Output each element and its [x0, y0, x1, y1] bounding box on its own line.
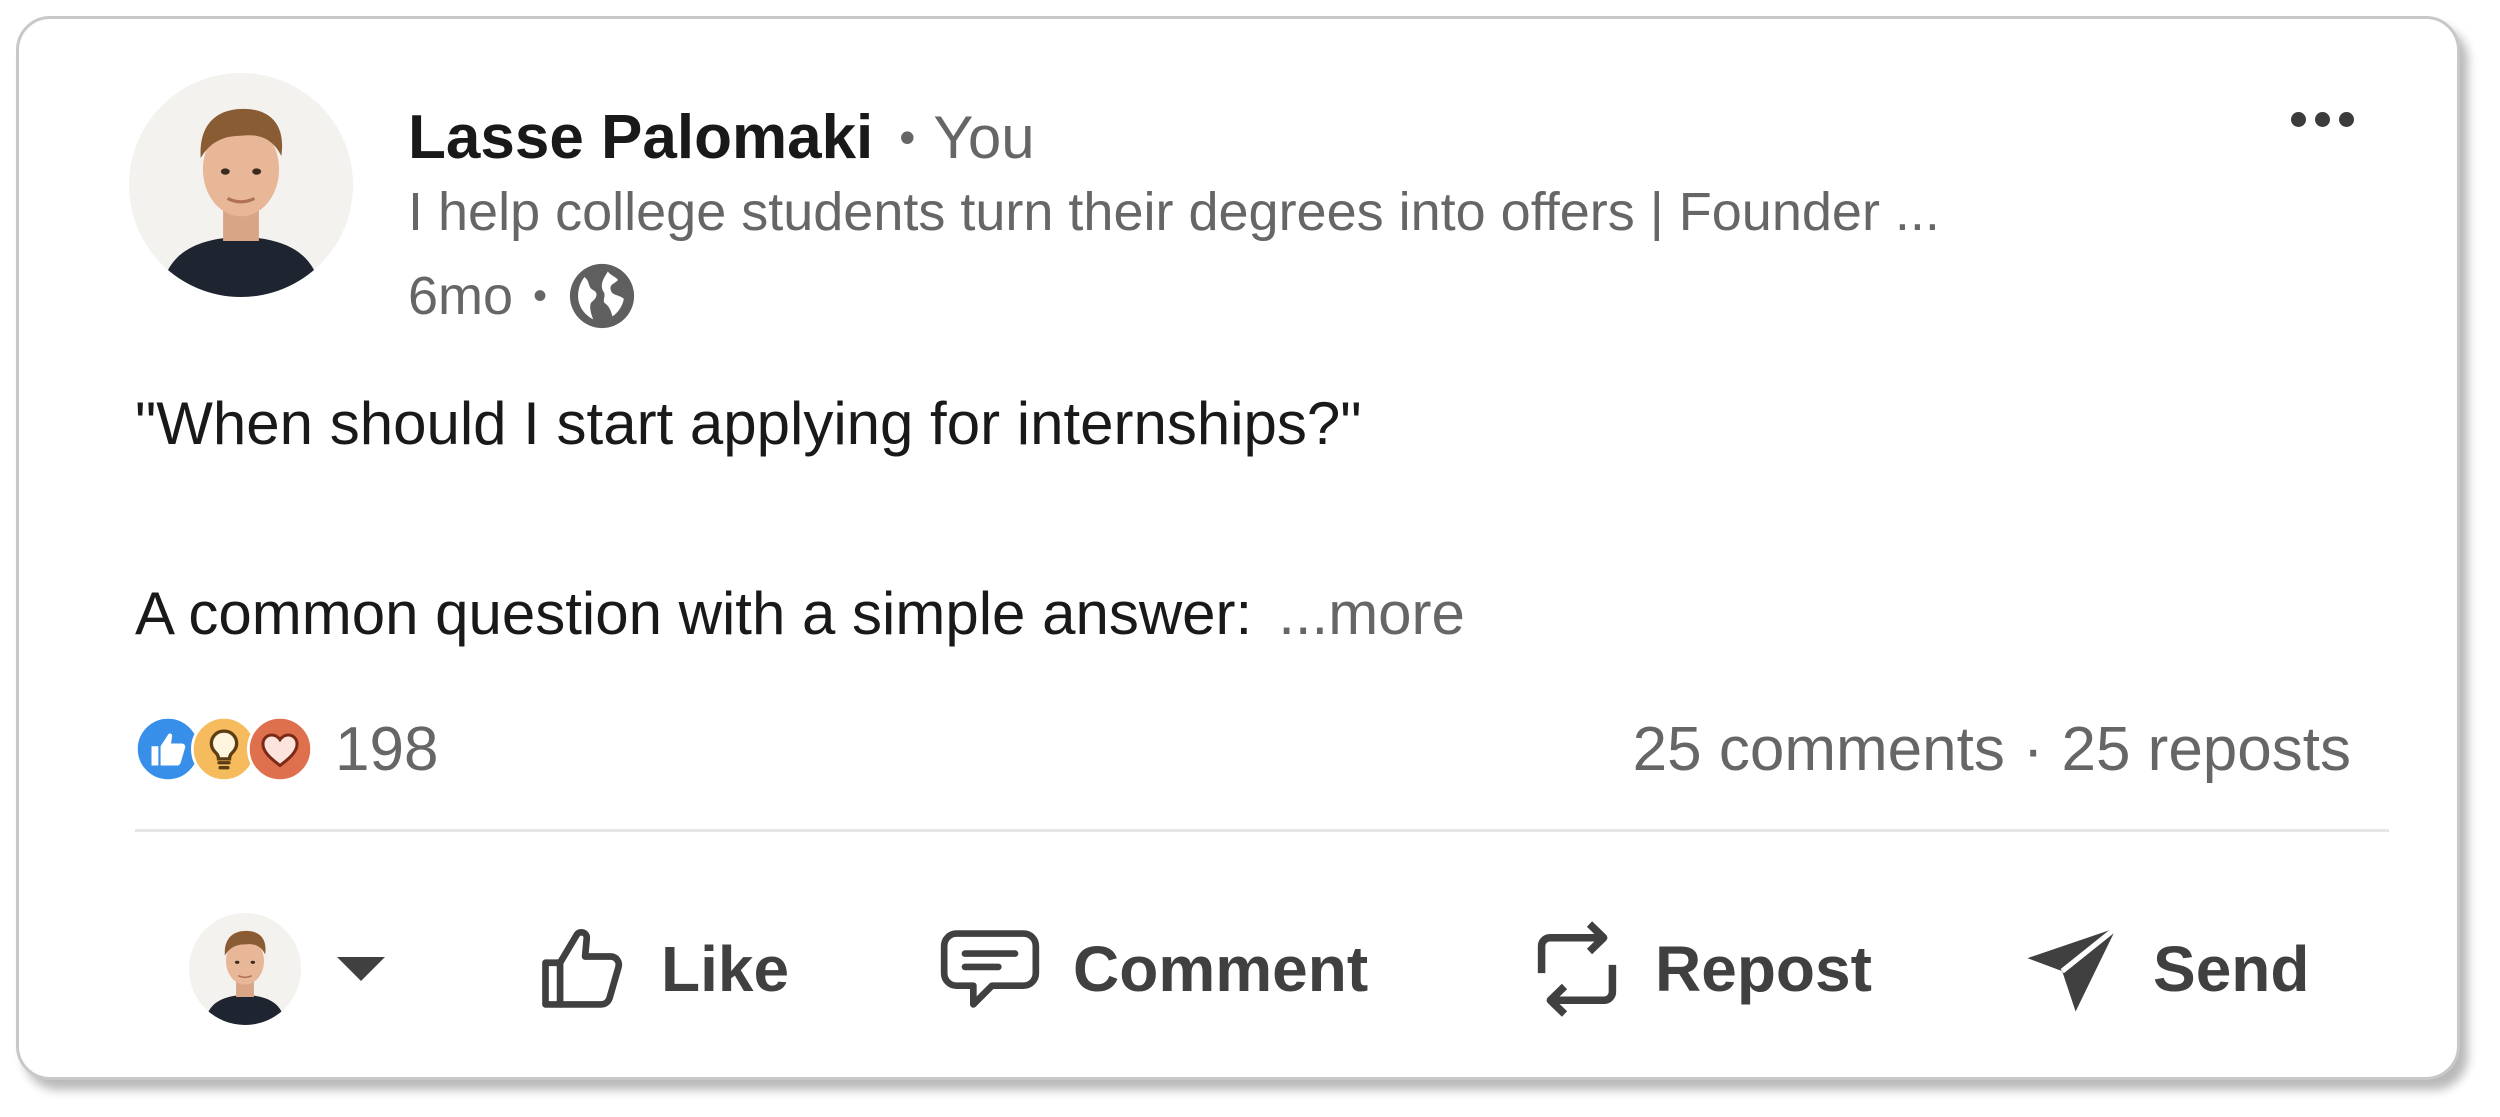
- comment-label: Comment: [1073, 933, 1369, 1005]
- repost-button[interactable]: Repost: [1527, 899, 1872, 1039]
- more-dot: [2338, 111, 2354, 127]
- repost-icon: [1537, 921, 1617, 1017]
- post-text-line-2-content: A common question with a simple answer:: [135, 580, 1253, 647]
- separator-dot: •: [899, 111, 916, 163]
- post-meta: 6mo •: [408, 259, 637, 333]
- globe-icon: [569, 263, 635, 329]
- comments-count-link[interactable]: 25 comments: [1633, 714, 2005, 785]
- reactions-summary[interactable]: 198: [135, 709, 438, 789]
- reposts-count-link[interactable]: 25 reposts: [2061, 714, 2351, 785]
- divider: [135, 829, 2389, 832]
- author-relation: You: [933, 103, 1035, 171]
- author-avatar[interactable]: [129, 73, 353, 297]
- more-dot: [2314, 111, 2330, 127]
- comment-icon: [940, 930, 1040, 1008]
- author-name-row: Lasse Palomaki • You: [408, 99, 1035, 175]
- engagement-stats: 25 comments · 25 reposts: [1633, 709, 2351, 789]
- like-button[interactable]: Like: [533, 899, 789, 1039]
- send-icon: [2027, 925, 2118, 1012]
- post-card: Lasse Palomaki • You I help college stud…: [16, 16, 2460, 1080]
- post-text-line-1: "When should I start applying for intern…: [135, 390, 1362, 457]
- reaction-count: 198: [335, 714, 439, 784]
- love-icon: [247, 716, 313, 782]
- send-button[interactable]: Send: [2021, 899, 2309, 1039]
- post-time: 6mo: [408, 266, 514, 326]
- chevron-down-icon: [337, 957, 385, 981]
- separator-dot: ·: [2022, 714, 2044, 784]
- see-more-link[interactable]: ...more: [1278, 580, 1465, 647]
- post-text-line-2: A common question with a simple answer:.…: [135, 579, 1465, 648]
- author-headline: I help college students turn their degre…: [408, 182, 1940, 242]
- thumbs-up-icon: [542, 929, 623, 1008]
- author-name[interactable]: Lasse Palomaki: [408, 102, 873, 173]
- send-label: Send: [2153, 933, 2310, 1005]
- repost-label: Repost: [1655, 933, 1872, 1005]
- more-dot: [2290, 111, 2306, 127]
- author-photo: [129, 73, 353, 297]
- comment-button[interactable]: Comment: [935, 899, 1368, 1039]
- actor-selector-button[interactable]: [189, 899, 385, 1039]
- separator-dot: •: [533, 273, 548, 318]
- actor-photo: [189, 913, 301, 1025]
- actor-avatar: [189, 913, 301, 1025]
- reaction-icons: [135, 712, 325, 786]
- like-label: Like: [661, 933, 790, 1005]
- more-options-icon[interactable]: [2277, 99, 2367, 139]
- action-bar: Like Comment Repost Send: [135, 899, 2389, 1039]
